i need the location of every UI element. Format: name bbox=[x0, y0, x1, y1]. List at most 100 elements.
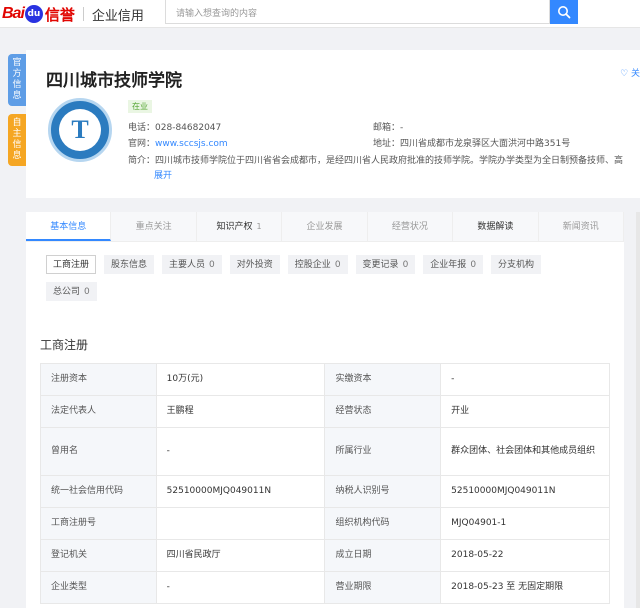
field-value: - bbox=[155, 427, 326, 476]
field-value: 2018-05-22 bbox=[440, 539, 610, 572]
sub-tab-label: 对外投资 bbox=[236, 260, 273, 270]
email-label: 邮箱： bbox=[373, 123, 401, 133]
tab-4[interactable]: 经营状况 bbox=[368, 212, 454, 241]
field-label: 注册资本 bbox=[40, 363, 157, 396]
sub-tab-count: 0 bbox=[402, 260, 409, 270]
field-value: - bbox=[440, 363, 610, 396]
tab-1[interactable]: 重点关注 bbox=[111, 212, 197, 241]
table-row: 企业类型 - 营业期限 2018-05-23 至 无固定期限 bbox=[40, 571, 610, 604]
sub-tab-0[interactable]: 工商注册 bbox=[46, 255, 97, 274]
field-label: 所属行业 bbox=[324, 427, 442, 476]
sub-tabs: 工商注册 股东信息 主要人员 0 对外投资 控股企业 0 变更记录 0 企业年报 0 分支机构 总公司 0 bbox=[46, 255, 606, 309]
tab-label: 基本信息 bbox=[50, 222, 87, 232]
search-input[interactable]: 请输入想查询的内容 bbox=[165, 0, 550, 24]
phone-label: 电话： bbox=[128, 123, 156, 133]
tab-label: 重点关注 bbox=[135, 222, 172, 232]
tab-3[interactable]: 企业发展 bbox=[282, 212, 368, 241]
field-label: 纳税人识别号 bbox=[324, 475, 442, 508]
field-label: 统一社会信用代码 bbox=[40, 475, 157, 508]
intro-label: 简介： bbox=[128, 156, 156, 166]
field-value: 52510000MJQ049011N bbox=[155, 475, 326, 508]
sub-tab-6[interactable]: 企业年报 0 bbox=[423, 255, 484, 274]
tab-label: 知识产权 bbox=[216, 222, 253, 232]
field-value: 开业 bbox=[440, 395, 610, 428]
field-value: 2018-05-23 至 无固定期限 bbox=[440, 571, 610, 604]
side-tab-self[interactable]: 自主信息 bbox=[8, 114, 26, 166]
sub-tab-7[interactable]: 分支机构 bbox=[491, 255, 542, 274]
sub-tab-2[interactable]: 主要人员 0 bbox=[162, 255, 222, 274]
field-label: 工商注册号 bbox=[40, 507, 157, 540]
address-row: 地址：四川省成都市龙泉驿区大面洪河中路351号 bbox=[373, 136, 570, 149]
field-label: 实缴资本 bbox=[324, 363, 442, 396]
website-link[interactable]: www.sccsjs.com bbox=[155, 139, 228, 149]
sub-tab-3[interactable]: 对外投资 bbox=[229, 255, 280, 274]
logo-xinyu: 信誉 bbox=[44, 5, 75, 24]
section-title: 工商注册 bbox=[40, 338, 89, 352]
emblem-letter: T bbox=[59, 109, 101, 151]
tab-label: 经营状况 bbox=[391, 222, 428, 232]
tab-label: 数据解读 bbox=[477, 222, 514, 232]
sub-tab-label: 主要人员 bbox=[169, 260, 206, 270]
field-label: 营业期限 bbox=[324, 571, 442, 604]
company-card: 四川城市技师学院 ♡ 关 T 在业 电话：028-84682047 邮箱：- 官… bbox=[26, 50, 640, 198]
logo-du: du bbox=[24, 5, 43, 23]
email-row: 邮箱：- bbox=[373, 120, 403, 133]
field-value bbox=[155, 507, 326, 540]
field-label: 企业类型 bbox=[40, 571, 157, 604]
search-button[interactable] bbox=[550, 0, 578, 24]
website-label: 官网： bbox=[128, 139, 156, 149]
tab-label: 新闻资讯 bbox=[562, 222, 599, 232]
tab-6[interactable]: 新闻资讯 bbox=[539, 212, 624, 241]
field-label: 经营状态 bbox=[324, 395, 442, 428]
registration-table: 注册资本 10万(元) 实缴资本 - 法定代表人 王鹏程 经营状态 开业 曾用名 - 所属行业 群众团… bbox=[40, 363, 610, 604]
tab-count: 1 bbox=[256, 222, 262, 231]
logo-bai: Bai bbox=[2, 5, 25, 22]
table-row: 统一社会信用代码 52510000MJQ049011N 纳税人识别号 52510000… bbox=[40, 475, 610, 508]
sub-tab-count: 0 bbox=[84, 287, 90, 297]
sub-tab-8[interactable]: 总公司 0 bbox=[46, 282, 97, 301]
field-label: 登记机关 bbox=[40, 539, 157, 572]
company-name: 四川城市技师学院 bbox=[46, 71, 182, 91]
tab-0[interactable]: 基本信息 bbox=[26, 212, 112, 241]
side-tabs: 官方信息 自主信息 bbox=[8, 54, 26, 174]
field-label: 法定代表人 bbox=[40, 395, 157, 428]
right-edge-shadow bbox=[636, 212, 640, 608]
address-value: 四川省成都市龙泉驿区大面洪河中路351号 bbox=[400, 139, 571, 149]
follow-button[interactable]: ♡ 关 bbox=[620, 66, 640, 79]
top-bar: Bai du 信誉 企业信用 请输入想查询的内容 bbox=[0, 0, 640, 28]
field-value: 王鹏程 bbox=[155, 395, 326, 428]
table-row: 登记机关 四川省民政厅 成立日期 2018-05-22 bbox=[40, 539, 610, 572]
sub-tab-count: 0 bbox=[470, 260, 477, 270]
status-badge: 在业 bbox=[128, 100, 152, 113]
search-icon bbox=[558, 6, 571, 19]
sub-tab-label: 分支机构 bbox=[498, 260, 535, 270]
baidu-xinyu-logo[interactable]: Bai du 信誉 企业信用 bbox=[2, 3, 144, 25]
sub-tab-label: 控股企业 bbox=[294, 260, 331, 270]
main-panel: 基本信息 重点关注 知识产权 1 企业发展 经营状况 数据解读 新闻资讯 工商注册 股东信息 主要… bbox=[26, 212, 624, 608]
field-value: 四川省民政厅 bbox=[155, 539, 326, 572]
phone-row: 电话：028-84682047 bbox=[128, 120, 221, 133]
sub-tab-label: 变更记录 bbox=[362, 260, 399, 270]
tab-5[interactable]: 数据解读 bbox=[453, 212, 539, 241]
field-value: 52510000MJQ049011N bbox=[440, 475, 610, 508]
field-value: 群众团体、社会团体和其他成员组织 bbox=[440, 427, 610, 476]
section-tabs: 基本信息 重点关注 知识产权 1 企业发展 经营状况 数据解读 新闻资讯 bbox=[26, 212, 624, 242]
sub-tab-count: 0 bbox=[209, 260, 215, 270]
side-tab-official[interactable]: 官方信息 bbox=[8, 54, 26, 106]
sub-tab-4[interactable]: 控股企业 0 bbox=[287, 255, 348, 274]
field-value: 10万(元) bbox=[155, 363, 326, 396]
sub-tab-label: 工商注册 bbox=[53, 260, 90, 270]
tab-label: 企业发展 bbox=[306, 222, 343, 232]
sub-tab-label: 总公司 bbox=[53, 287, 81, 297]
expand-link[interactable]: 展开 bbox=[154, 168, 172, 181]
school-emblem: T bbox=[48, 98, 112, 162]
address-label: 地址： bbox=[373, 139, 401, 149]
sub-tab-1[interactable]: 股东信息 bbox=[104, 255, 155, 274]
table-row: 工商注册号 组织机构代码 MJQ04901-1 bbox=[40, 507, 610, 540]
sub-tab-5[interactable]: 变更记录 0 bbox=[355, 255, 416, 274]
tab-2[interactable]: 知识产权 1 bbox=[197, 212, 283, 241]
table-row: 注册资本 10万(元) 实缴资本 - bbox=[40, 363, 610, 396]
table-row: 法定代表人 王鹏程 经营状态 开业 bbox=[40, 395, 610, 428]
email-value: - bbox=[400, 123, 404, 133]
logo-service-name: 企业信用 bbox=[91, 8, 144, 24]
